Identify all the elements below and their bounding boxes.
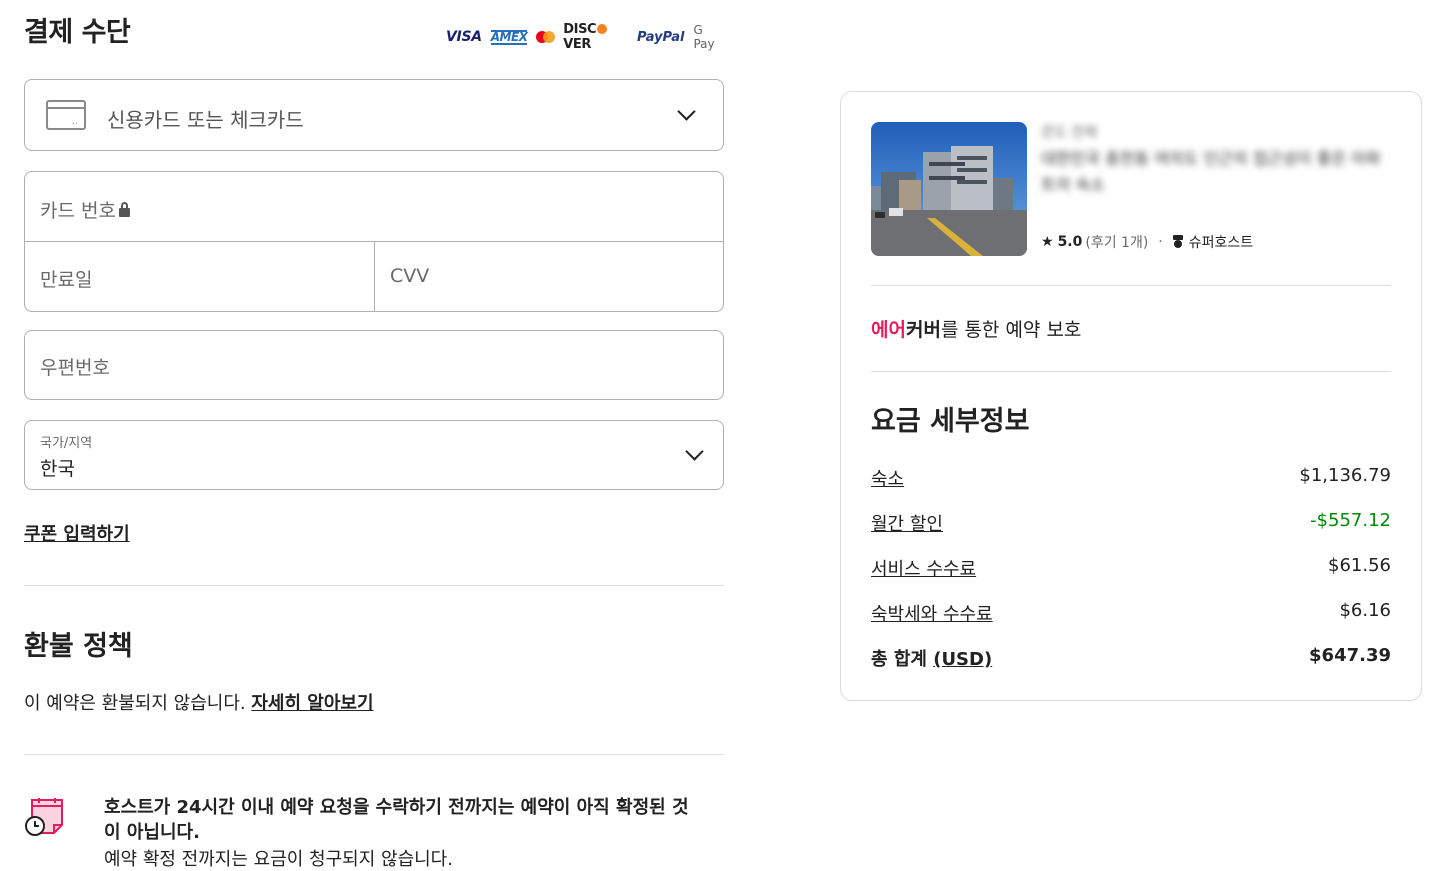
price-value: -$557.12 [1310,510,1391,531]
superhost-badge: 슈퍼호스트 [1188,235,1254,251]
price-row-total: 총 합계 (USD) $647.39 [871,645,1391,673]
price-value: $6.16 [1339,600,1391,621]
price-details-title: 요금 세부정보 [871,406,1030,437]
cvv-placeholder: CVV [390,265,430,287]
booking-notice-subtext: 예약 확정 전까지는 요금이 청구되지 않습니다. [104,849,453,870]
cvv-input[interactable]: CVV [375,242,725,312]
aircover-logo-black: 커버 [905,319,941,341]
amex-logo: AMEX [490,29,528,45]
divider [871,285,1391,286]
visa-logo: VISA [446,29,482,45]
aircover-text: 를 통한 예약 보호 [940,319,1082,341]
country-select[interactable]: 국가/지역 한국 [24,420,724,490]
booking-notice-text: 호스트가 24시간 이내 예약 요청을 수락하기 전까지는 예약이 아직 확정된… [104,797,689,843]
coupon-link[interactable]: 쿠폰 입력하기 [24,520,130,546]
superhost-medal-icon [1172,235,1183,249]
zip-code-input[interactable]: 우편번호 [24,330,724,400]
learn-more-link[interactable]: 자세히 알아보기 [251,693,373,714]
price-row-monthly-discount: 월간 할인 -$557.12 [871,510,1391,538]
divider [24,754,724,755]
price-label[interactable]: 서비스 수수료 [871,555,976,581]
price-value: $1,136.79 [1299,465,1391,486]
star-icon: ★ [1041,234,1054,250]
refund-policy-text: 이 예약은 환불되지 않습니다. 자세히 알아보기 [24,693,374,714]
price-label[interactable]: 월간 할인 [871,510,943,536]
calendar-clock-icon [25,798,63,836]
total-label: 총 합계 (USD) [871,649,993,670]
price-row-service-fee: 서비스 수수료 $61.56 [871,555,1391,583]
payment-method-title: 결제 수단 [24,17,131,48]
chevron-down-icon [677,102,696,121]
currency-link[interactable]: (USD) [933,649,992,670]
chevron-down-icon [685,442,704,461]
credit-card-icon [46,100,86,130]
card-number-input[interactable]: 카드 번호 [25,172,723,242]
aircover-logo-red: 에어 [871,319,906,341]
price-row-taxes: 숙박세와 수수료 $6.16 [871,600,1391,628]
listing-photo[interactable] [871,122,1027,256]
discover-logo: DISCVER [563,22,628,52]
booking-summary-card: 콘도 전체 대한민국 충천동 여의도 인근의 접근성이 좋은 아파트의 숙소 ★… [840,91,1422,701]
card-number-placeholder: 카드 번호 [40,200,116,222]
separator-dot: · [1158,234,1163,250]
aircover-protection: 에어커버를 통한 예약 보호 [871,315,1081,342]
card-logos: VISA AMEX DISCVER PayPal G Pay [446,22,724,52]
price-label[interactable]: 숙박세와 수수료 [871,600,993,626]
country-label: 국가/지역 [40,436,93,451]
divider [871,371,1391,372]
payment-method-select[interactable]: 신용카드 또는 체크카드 [24,79,724,151]
divider [24,585,724,586]
gpay-logo: G Pay [693,23,715,51]
lock-icon [118,202,130,217]
zip-code-placeholder: 우편번호 [40,357,110,379]
card-details-group: 카드 번호 만료일 CVV [24,171,724,312]
price-row-lodging: 숙소 $1,136.79 [871,465,1391,493]
listing-type: 콘도 전체 [1041,125,1097,141]
price-label[interactable]: 숙소 [871,465,904,491]
paypal-logo: PayPal [637,29,685,45]
expiry-placeholder: 만료일 [40,269,93,291]
mastercard-logo [536,31,556,43]
review-count: (후기 1개) [1085,235,1149,251]
rating-value: 5.0 [1057,234,1083,250]
total-value: $647.39 [1309,645,1391,666]
expiry-input[interactable]: 만료일 [25,242,375,312]
country-value: 한국 [40,458,75,480]
listing-name: 대한민국 충천동 여의도 인근의 접근성이 좋은 아파트의 숙소 [1041,149,1381,194]
payment-method-value: 신용카드 또는 체크카드 [107,108,304,132]
price-value: $61.56 [1328,555,1391,576]
listing-rating-row: ★ 5.0 (후기 1개) · 슈퍼호스트 [1041,232,1253,252]
refund-policy-title: 환불 정책 [24,631,133,662]
